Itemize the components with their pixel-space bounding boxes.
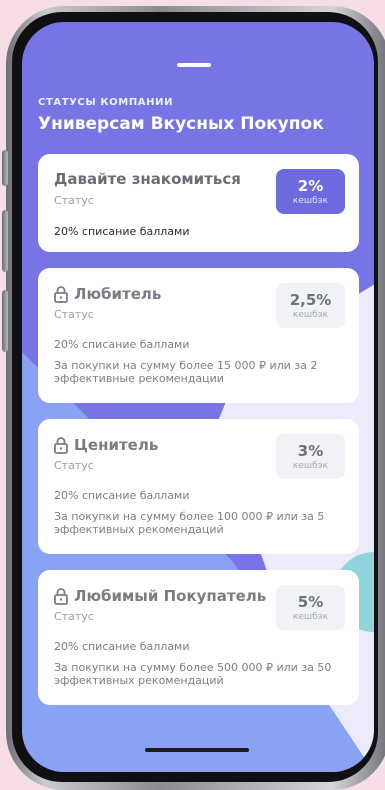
- points-note: 20% списание баллами: [54, 225, 190, 238]
- cashback-value: 2%: [297, 177, 324, 195]
- cashback-value: 5%: [297, 593, 324, 611]
- cashback-value: 3%: [297, 442, 324, 460]
- status-subtitle: Статус: [54, 194, 94, 207]
- phone-side-button: [2, 150, 8, 186]
- status-condition: За покупки на сумму более 100 000 ₽ или …: [54, 510, 325, 536]
- home-indicator[interactable]: [145, 748, 249, 752]
- status-title-row: Любимый Покупатель: [54, 587, 266, 605]
- cashback-badge: 5% кешбэк: [276, 585, 345, 630]
- cashback-label: кешбэк: [292, 310, 329, 320]
- status-card-active[interactable]: Давайте знакомиться Статус 20% списание …: [38, 154, 359, 252]
- status-subtitle: Статус: [54, 610, 94, 623]
- lock-icon: [54, 285, 68, 303]
- status-title-row: Ценитель: [54, 436, 158, 454]
- cashback-label: кешбэк: [292, 612, 329, 622]
- status-name: Ценитель: [74, 436, 159, 454]
- status-card[interactable]: Ценитель Статус 20% списание баллами За …: [38, 419, 359, 554]
- points-note: 20% списание баллами: [54, 338, 190, 351]
- cashback-label: кешбэк: [292, 196, 329, 206]
- phone-screen: СТАТУСЫ КОМПАНИИ Универсам Вкусных Покуп…: [22, 22, 374, 772]
- top-drag-handle[interactable]: [177, 63, 211, 67]
- status-card[interactable]: Любимый Покупатель Статус 20% списание б…: [38, 570, 359, 705]
- lock-icon: [54, 436, 68, 454]
- phone-volume-up-button: [2, 210, 8, 272]
- cashback-label: кешбэк: [292, 461, 329, 471]
- phone-volume-down-button: [2, 290, 8, 352]
- cashback-badge: 3% кешбэк: [276, 434, 345, 479]
- points-note: 20% списание баллами: [54, 489, 190, 502]
- cashback-value: 2,5%: [289, 291, 332, 309]
- status-card[interactable]: Любитель Статус 20% списание баллами За …: [38, 268, 359, 403]
- status-title-row: Любитель: [54, 285, 161, 303]
- cashback-badge: 2% кешбэк: [276, 169, 345, 214]
- status-subtitle: Статус: [54, 459, 94, 472]
- status-condition: За покупки на сумму более 500 000 ₽ или …: [54, 661, 332, 687]
- cashback-badge: 2,5% кешбэк: [276, 283, 345, 328]
- page-title: Универсам Вкусных Покупок: [38, 114, 324, 134]
- status-name: Любитель: [74, 285, 162, 303]
- status-name: Давайте знакомиться: [54, 170, 241, 188]
- status-condition: За покупки на сумму более 15 000 ₽ или з…: [54, 359, 318, 385]
- status-name: Любимый Покупатель: [74, 587, 267, 605]
- points-note: 20% списание баллами: [54, 640, 190, 653]
- header-caption: СТАТУСЫ КОМПАНИИ: [38, 97, 174, 108]
- lock-icon: [54, 587, 68, 605]
- status-subtitle: Статус: [54, 308, 94, 321]
